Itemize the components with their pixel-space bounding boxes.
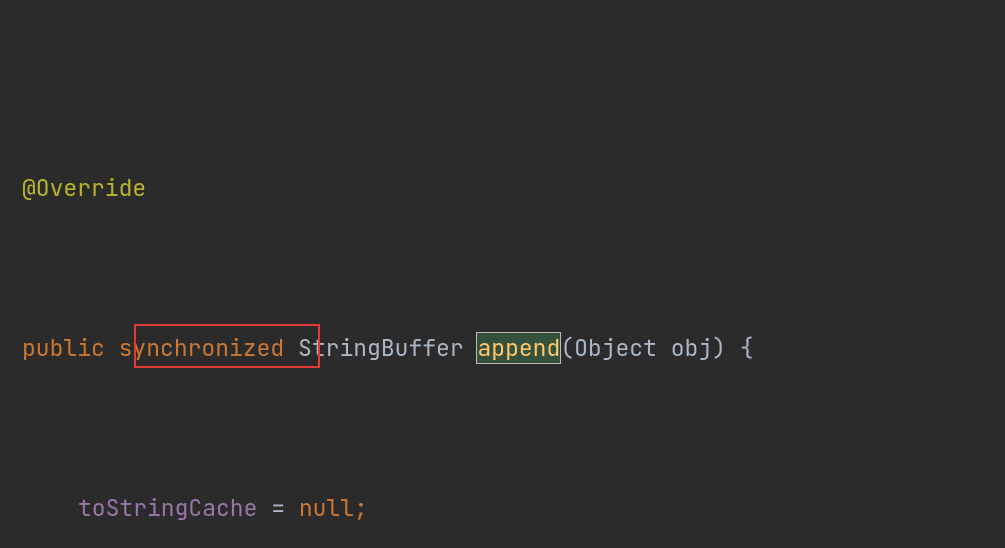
rparen: ) [712, 333, 726, 363]
code-editor[interactable]: @Override public synchronized StringBuff… [0, 0, 1005, 548]
param-obj: obj [671, 333, 712, 363]
space [657, 333, 671, 363]
space [726, 333, 740, 363]
semicolon: ; [354, 493, 368, 523]
annotation-token: @Override [22, 173, 146, 203]
type-token: StringBuffer [298, 333, 464, 363]
space [105, 333, 119, 363]
lbrace: { [740, 333, 754, 363]
field-toStringCache: toStringCache [78, 493, 257, 523]
code-line[interactable]: toStringCache = null; [22, 488, 1005, 528]
code-line[interactable]: @Override [22, 168, 1005, 208]
space [464, 333, 478, 363]
lparen: ( [560, 333, 574, 363]
code-line[interactable]: public synchronized StringBuffer append(… [22, 328, 1005, 368]
keyword-synchronized: synchronized [119, 333, 285, 363]
type-object: Object [574, 333, 657, 363]
method-append-decl: append [477, 333, 560, 363]
space [284, 333, 298, 363]
keyword-null: null [299, 493, 354, 523]
keyword-public: public [22, 333, 105, 363]
assign-op: = [257, 493, 298, 523]
